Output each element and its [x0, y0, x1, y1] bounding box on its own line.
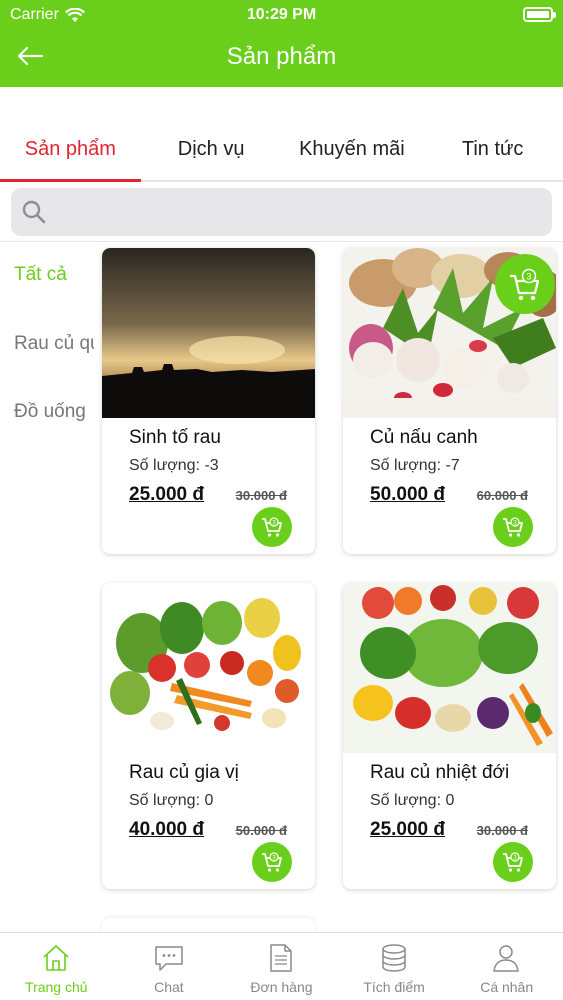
add-to-cart-button[interactable]: 3 — [252, 842, 292, 882]
tab-bar: Sản phẩm Dịch vụ Khuyến mãi Tin tức — [0, 110, 563, 182]
product-name: Củ nấu canh — [370, 427, 478, 448]
product-card[interactable]: Rau củ nhiệt đới Số lượng: 0 25.000 đ 30… — [343, 583, 556, 889]
product-old-price: 30.000 đ — [476, 823, 528, 838]
cart-icon: 3 — [262, 852, 282, 872]
product-card[interactable]: Rau củ gia vị Số lượng: 0 40.000 đ 50.00… — [102, 583, 315, 889]
product-name: Sinh tố rau — [129, 427, 221, 448]
product-quantity: Số lượng: 0 — [129, 792, 214, 809]
page-title: Sản phẩm — [226, 43, 337, 70]
product-price: 40.000 đ — [129, 819, 204, 840]
product-image — [343, 583, 556, 753]
nav-label: Cá nhân — [480, 979, 534, 995]
nav-item-orders[interactable]: Đơn hàng — [225, 933, 338, 1000]
product-quantity: Số lượng: -7 — [370, 457, 460, 474]
product-image — [102, 583, 315, 753]
tab-services[interactable]: Dịch vụ — [141, 110, 282, 180]
floating-cart-button[interactable]: 3 — [495, 254, 555, 314]
cart-icon: 3 — [262, 517, 282, 537]
category-drinks[interactable]: Đồ uống — [14, 401, 94, 423]
product-quantity: Số lượng: -3 — [129, 457, 219, 474]
product-old-price: 60.000 đ — [476, 488, 528, 503]
product-old-price: 30.000 đ — [235, 488, 287, 503]
battery-icon — [523, 7, 556, 22]
product-name: Rau củ nhiệt đới — [370, 762, 510, 783]
tab-news[interactable]: Tin tức — [422, 110, 563, 180]
product-card[interactable]: Sinh tố rau Số lượng: -3 25.000 đ 30.000… — [102, 248, 315, 554]
tab-products[interactable]: Sản phẩm — [0, 110, 141, 182]
add-to-cart-button[interactable]: 3 — [493, 507, 533, 547]
nav-item-chat[interactable]: Chat — [113, 933, 226, 1000]
nav-label: Trang chủ — [25, 979, 88, 995]
chat-icon — [154, 946, 183, 971]
product-name: Rau củ gia vị — [129, 762, 239, 783]
tab-promotions[interactable]: Khuyến mãi — [282, 110, 423, 180]
section-divider — [0, 241, 563, 242]
nav-label: Đơn hàng — [250, 979, 313, 995]
app-screen: Carrier 10:29 PM Sản phẩm Sản phẩm Dịch … — [0, 0, 563, 1000]
product-price: 25.000 đ — [129, 484, 204, 505]
search-input[interactable] — [11, 188, 552, 236]
product-price: 25.000 đ — [370, 819, 445, 840]
nav-item-home[interactable]: Trang chủ — [0, 933, 113, 1000]
category-vegetables[interactable]: Rau củ quả — [14, 333, 94, 355]
product-old-price: 50.000 đ — [235, 823, 287, 838]
app-header: Carrier 10:29 PM Sản phẩm — [0, 0, 563, 87]
bottom-nav: Trang chủ Chat Đơn hàng Tích điểm Cá nhâ… — [0, 932, 563, 1000]
add-to-cart-button[interactable]: 3 — [252, 507, 292, 547]
nav-label: Tích điểm — [363, 979, 425, 995]
nav-item-points[interactable]: Tích điểm — [338, 933, 451, 1000]
user-icon — [493, 945, 520, 972]
document-icon — [270, 944, 292, 972]
product-price: 50.000 đ — [370, 484, 445, 505]
category-all[interactable]: Tất cả — [14, 264, 94, 286]
product-image — [102, 248, 315, 418]
coins-icon — [382, 944, 406, 972]
search-icon — [22, 200, 46, 224]
status-time: 10:29 PM — [246, 6, 317, 23]
status-bar: Carrier 10:29 PM — [0, 0, 563, 30]
cart-count: 3 — [526, 272, 531, 282]
home-icon — [43, 945, 69, 971]
product-quantity: Số lượng: 0 — [370, 792, 455, 809]
nav-label: Chat — [154, 979, 184, 995]
cart-icon: 3 — [510, 268, 540, 301]
cart-icon: 3 — [503, 852, 523, 872]
cart-icon: 3 — [503, 517, 523, 537]
nav-item-profile[interactable]: Cá nhân — [450, 933, 563, 1000]
add-to-cart-button[interactable]: 3 — [493, 842, 533, 882]
